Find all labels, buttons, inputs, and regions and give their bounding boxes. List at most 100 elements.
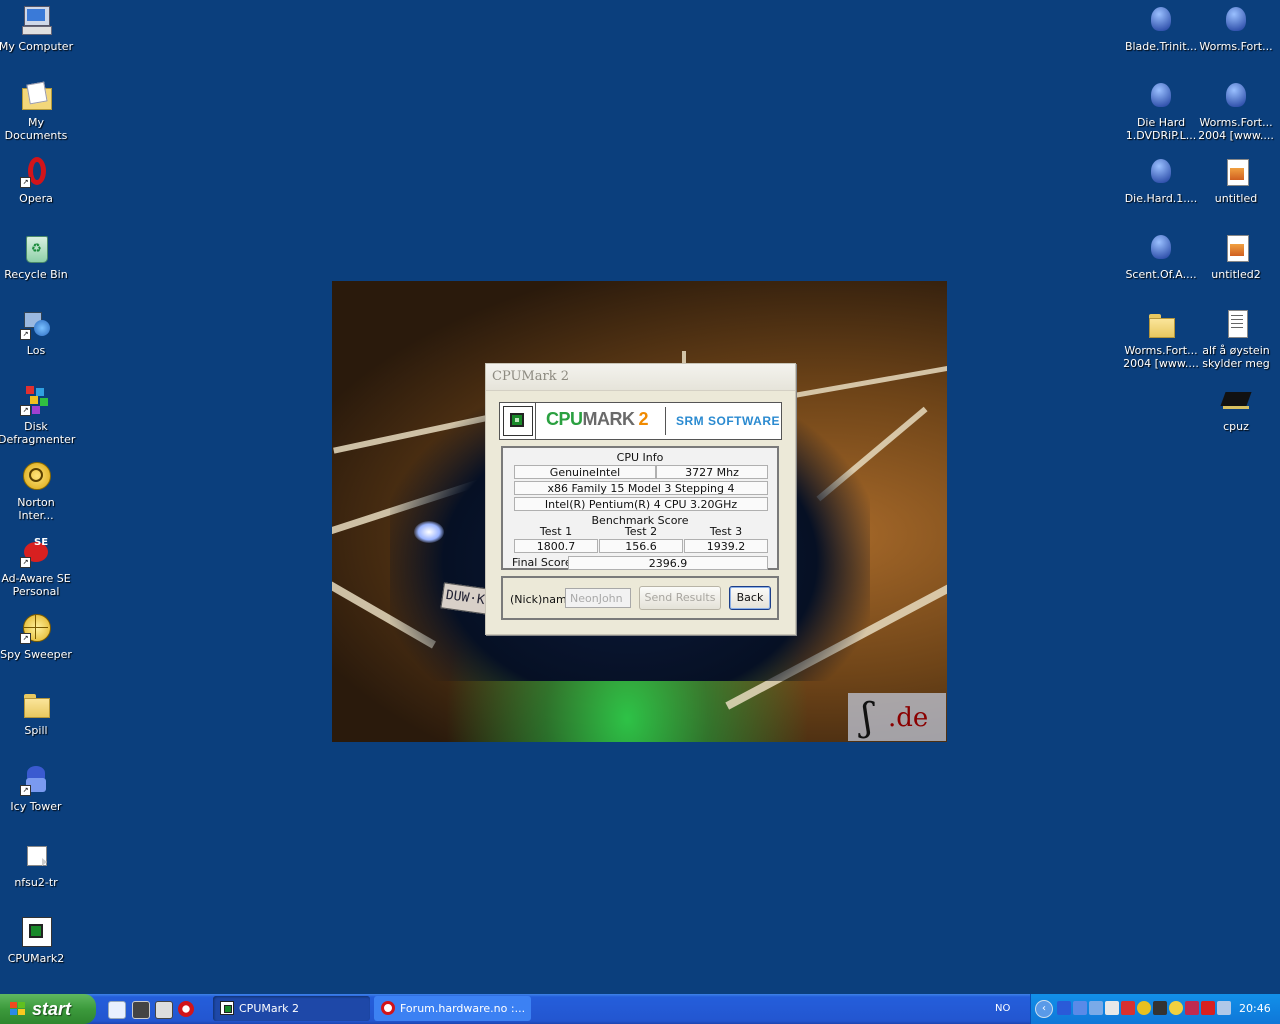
cpu-vendor: GenuineIntel	[514, 465, 656, 479]
test1-label: Test 1	[539, 525, 573, 538]
media-player-icon	[1145, 156, 1177, 188]
cpumark-banner: CPUMARK 2 SRM SOFTWARE	[499, 402, 782, 440]
shortcut-arrow-icon: ↗	[20, 785, 31, 796]
submit-panel: (Nick)name NeonJohn Send Results Back	[501, 576, 779, 620]
media-player-icon	[1220, 80, 1252, 112]
desktop-icon-label: alf å øystein skylder meg	[1202, 344, 1270, 370]
desktop-icon-label: Icy Tower	[10, 800, 62, 813]
norton-icon	[20, 460, 52, 492]
media-player-icon	[1145, 80, 1177, 112]
ie-quicklaunch-icon[interactable]	[108, 1001, 126, 1019]
desktop-icon-my-documents[interactable]: My Documents	[0, 78, 74, 142]
desktop-icon-label: Recycle Bin	[4, 268, 68, 281]
desktop-icon-label: Worms.Fort...	[1199, 40, 1273, 53]
desktop-icon-label: Scent.Of.A....	[1125, 268, 1197, 281]
image-file-icon	[1220, 232, 1252, 264]
chip-logo-icon	[503, 406, 533, 436]
nickname-input[interactable]: NeonJohn	[565, 588, 631, 608]
cpumark-window: CPUMark 2 CPUMARK 2 SRM SOFTWARE CPU Info…	[485, 363, 796, 635]
desktop-icon-worms-fort-2004[interactable]: Worms.Fort... 2004 [www....	[1198, 78, 1274, 142]
tray-app-icon[interactable]	[1185, 1001, 1199, 1015]
desktop-icon-spy-sweeper[interactable]: ↗ Spy Sweeper	[0, 610, 74, 661]
desktop-icon-scent-of-a[interactable]: Scent.Of.A....	[1123, 230, 1199, 281]
desktop-icon-disk-defragmenter[interactable]: ↗ Disk Defragmenter	[0, 382, 75, 446]
spy-sweeper-icon: ↗	[20, 612, 52, 644]
desktop-icon-untitled[interactable]: untitled	[1198, 154, 1274, 205]
desktop-icon-spill[interactable]: Spill	[0, 686, 74, 737]
start-button[interactable]: start	[0, 994, 96, 1024]
desktop-icon-label: Spill	[24, 724, 48, 737]
desktop-icon-label: CPUMark2	[7, 952, 65, 965]
tray-ati-icon[interactable]	[1121, 1001, 1135, 1015]
tray-media-icon[interactable]	[1057, 1001, 1071, 1015]
desktop-icon-label: Die Hard 1.DVDRiP.L...	[1125, 116, 1197, 142]
language-indicator[interactable]: NO	[995, 1003, 1010, 1014]
window-title[interactable]: CPUMark 2	[486, 364, 795, 391]
cpu-speed: 3727 Mhz	[656, 465, 768, 479]
task-cpumark[interactable]: CPUMark 2	[213, 996, 370, 1021]
text-document-icon	[1220, 308, 1252, 340]
desktop-icon-alf-oystein[interactable]: alf å øystein skylder meg	[1198, 306, 1274, 370]
desktop-icon-label: untitled	[1214, 192, 1258, 205]
windows-logo-icon	[10, 1002, 26, 1016]
cpumark-icon	[220, 1001, 234, 1015]
desktop-icon-norton[interactable]: Norton Inter...	[0, 458, 74, 522]
desktop-icon-worms-fort[interactable]: Worms.Fort...	[1198, 2, 1274, 53]
desktop-icon-cpuz[interactable]: cpuz	[1198, 382, 1274, 433]
tray-spysweeper-icon[interactable]	[1169, 1001, 1183, 1015]
headlight	[414, 521, 444, 543]
desktop-icon-die-hard-dvdrip[interactable]: Die Hard 1.DVDRiP.L...	[1123, 78, 1199, 142]
back-button[interactable]: Back	[729, 586, 771, 610]
shortcut-arrow-icon: ↗	[20, 405, 31, 416]
folder-documents-icon	[20, 80, 52, 112]
network-icon: ↗	[20, 308, 52, 340]
tray-ati-settings-icon[interactable]	[1201, 1001, 1215, 1015]
desktop-icon-untitled2[interactable]: untitled2	[1198, 230, 1274, 281]
test1-value: 1800.7	[514, 539, 598, 553]
desktop-icon-blade-trinity[interactable]: Blade.Trinit...	[1123, 2, 1199, 53]
ad-aware-icon: SE ↗	[20, 536, 52, 568]
cpu-family: x86 Family 15 Model 3 Stepping 4	[514, 481, 768, 495]
recycle-bin-icon: ♻	[20, 232, 52, 264]
desktop-icon-nfsu2-tr[interactable]: nfsu2-tr	[0, 838, 74, 889]
folder-icon	[20, 688, 52, 720]
media-player-icon	[1145, 232, 1177, 264]
camera-quicklaunch-icon[interactable]	[155, 1001, 173, 1019]
desktop-icon-label: cpuz	[1223, 420, 1249, 433]
tray-network-icon[interactable]	[1073, 1001, 1087, 1015]
shortcut-arrow-icon: ↗	[20, 557, 31, 568]
desktop-icon-label: Los	[26, 344, 46, 357]
tray-norton-icon[interactable]	[1137, 1001, 1151, 1015]
desktop-icon-die-hard-1[interactable]: Die.Hard.1....	[1123, 154, 1199, 205]
shortcut-arrow-icon: ↗	[20, 633, 31, 644]
tray-security-icon[interactable]	[1105, 1001, 1119, 1015]
desktop-icon-icy-tower[interactable]: ↗ Icy Tower	[0, 762, 74, 813]
desktop-icon-ad-aware[interactable]: SE ↗ Ad-Aware SE Personal	[0, 534, 74, 598]
desktop-icon-recycle-bin[interactable]: ♻ Recycle Bin	[0, 230, 74, 281]
opera-icon	[381, 1001, 395, 1015]
cpu-info-panel: CPU Info GenuineIntel 3727 Mhz x86 Famil…	[501, 446, 779, 570]
image-file-icon	[1220, 156, 1252, 188]
send-results-button[interactable]: Send Results	[639, 586, 721, 610]
clock[interactable]: 20:46	[1239, 1002, 1271, 1015]
desktop-icon-los[interactable]: ↗ Los	[0, 306, 74, 357]
file-icon	[20, 840, 52, 872]
chevron-left-icon[interactable]: ‹	[1035, 1000, 1053, 1018]
tray-cpu-icon[interactable]	[1153, 1001, 1167, 1015]
desktop-icon-label: Norton Inter...	[17, 496, 55, 522]
task-forum[interactable]: Forum.hardware.no :...	[374, 996, 531, 1021]
desktop-icon-label: Die.Hard.1....	[1124, 192, 1198, 205]
desktop-icon-label: My Computer	[0, 40, 74, 53]
shortcut-arrow-icon: ↗	[20, 329, 31, 340]
tray-connection-icon[interactable]	[1089, 1001, 1103, 1015]
shortcut-arrow-icon: ↗	[20, 177, 31, 188]
desktop-icon-opera[interactable]: ↗ Opera	[0, 154, 74, 205]
media-quicklaunch-icon[interactable]	[132, 1001, 150, 1019]
desktop-icon-my-computer[interactable]: My Computer	[0, 2, 74, 53]
desktop-icon-label: Ad-Aware SE Personal	[1, 572, 71, 598]
opera-quicklaunch-icon[interactable]	[178, 1001, 194, 1017]
desktop-icon-worms-fort-folder[interactable]: Worms.Fort... 2004 [www....	[1123, 306, 1199, 370]
tray-volume-icon[interactable]	[1217, 1001, 1231, 1015]
desktop-icon-cpumark2[interactable]: CPUMark2	[0, 914, 74, 965]
nickname-label: (Nick)name	[510, 593, 574, 606]
